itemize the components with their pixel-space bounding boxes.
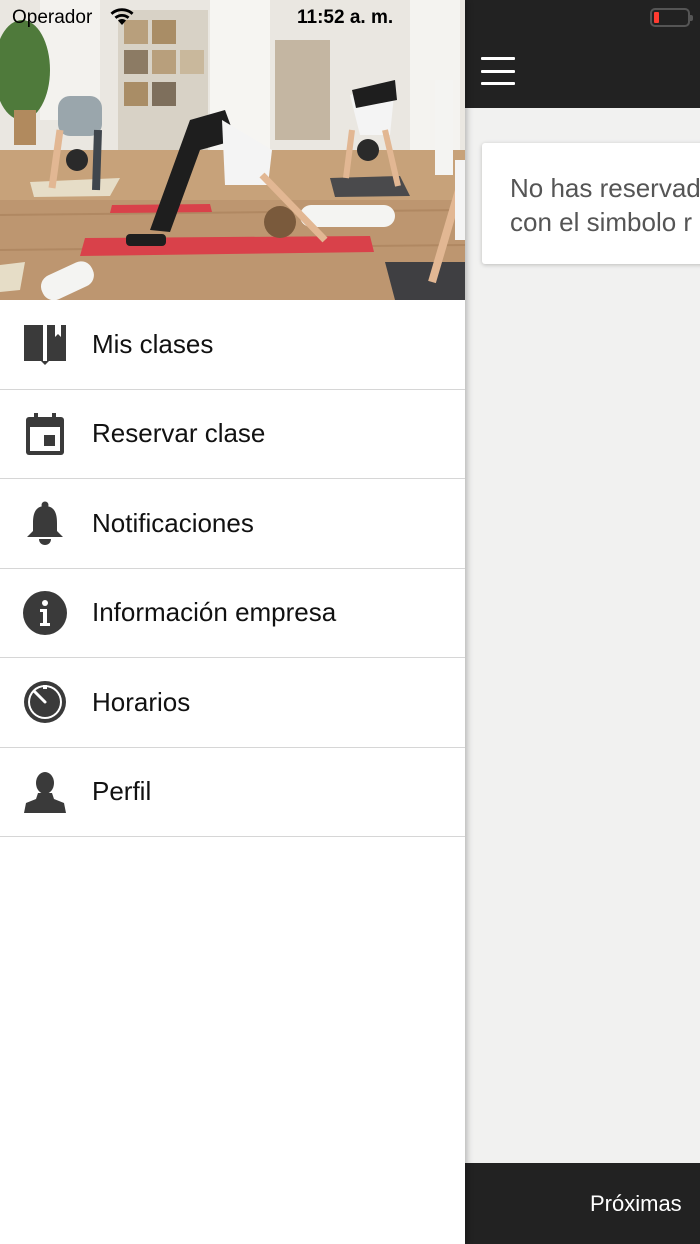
menu-item-informacion-empresa[interactable]: Información empresa [0, 569, 465, 658]
bottom-tab-bar: Próximas [465, 1163, 700, 1244]
carrier-name: Operador [12, 7, 93, 28]
menu-item-perfil[interactable]: Perfil [0, 748, 465, 837]
status-bar: Operador 11:52 a. m. [0, 0, 700, 36]
tab-proximas[interactable]: Próximas [590, 1191, 682, 1217]
menu-item-mis-clases[interactable]: Mis clases [0, 300, 465, 390]
no-reservations-card: No has reservado con el simbolo r [482, 143, 700, 264]
menu-label-perfil: Perfil [92, 776, 152, 807]
hamburger-menu-icon[interactable] [481, 57, 517, 85]
menu-label-reservar-clase: Reservar clase [92, 418, 266, 449]
menu-label-mis-clases: Mis clases [92, 328, 214, 359]
status-time: 11:52 a. m. [297, 7, 394, 28]
notice-text-line2: con el simbolo r [510, 207, 693, 237]
clock-icon [22, 679, 68, 725]
menu-item-horarios[interactable]: Horarios [0, 658, 465, 748]
menu-label-horarios: Horarios [92, 686, 191, 717]
person-icon [22, 769, 68, 815]
menu-item-notificaciones[interactable]: Notificaciones [0, 479, 465, 569]
menu-label-informacion-empresa: Información empresa [92, 597, 337, 628]
bell-icon [22, 500, 68, 546]
menu-label-notificaciones: Notificaciones [92, 507, 254, 538]
navigation-drawer: Mis clases Reservar clase Notificaciones… [0, 0, 465, 1244]
calendar-icon [22, 411, 68, 457]
yoga-class-photo [0, 0, 465, 300]
app-screen: No has reservado con el simbolo r Próxim… [0, 0, 700, 1244]
notice-text-line1: No has reservado [510, 173, 700, 203]
menu-item-reservar-clase[interactable]: Reservar clase [0, 390, 465, 479]
book-icon [22, 321, 68, 367]
wifi-icon [109, 6, 135, 32]
info-icon [22, 590, 68, 636]
drawer-header-image [0, 0, 465, 300]
drawer-menu: Mis clases Reservar clase Notificaciones… [0, 300, 465, 837]
